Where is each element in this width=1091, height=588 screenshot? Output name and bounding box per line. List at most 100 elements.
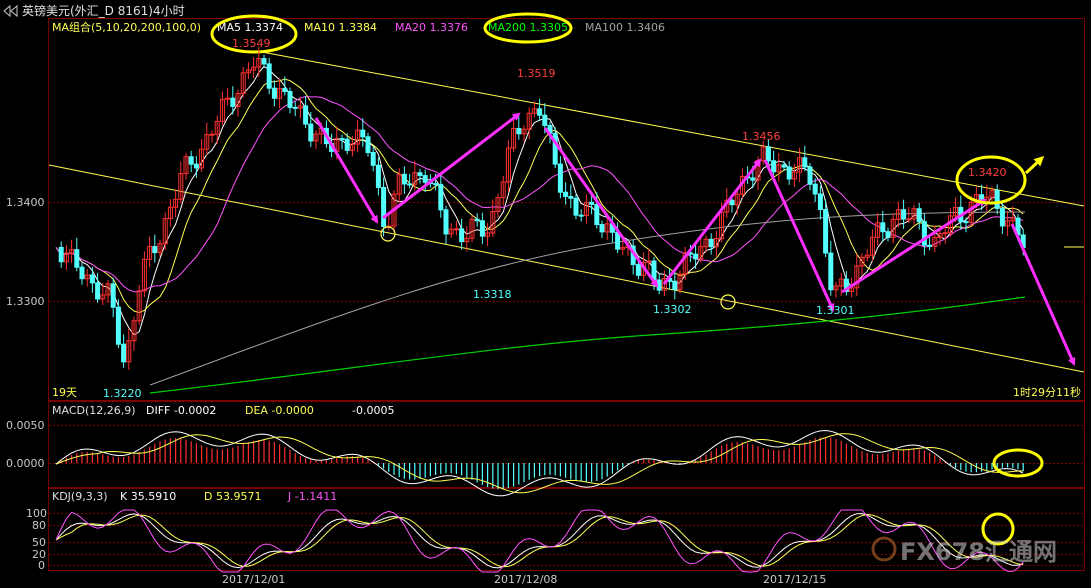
channel-upper-line <box>261 51 1085 207</box>
legend-ma20: MA20 1.3376 <box>395 21 468 34</box>
macd-value: -0.0005 <box>352 404 394 417</box>
x-tick-3: 2017/12/15 <box>763 573 826 586</box>
candle-body <box>266 63 272 89</box>
candle-body <box>635 264 641 276</box>
legend-ma100: MA100 1.3406 <box>585 21 665 34</box>
price-panel-right-note: 1时29分11秒 <box>1013 385 1081 399</box>
candle-body <box>417 172 423 177</box>
candle-body <box>568 195 574 199</box>
grid-lines <box>49 202 1084 566</box>
candle-body <box>360 129 366 138</box>
price-labels: 1.3549 1.3519 1.3456 1.3420 1.3220 1.331… <box>103 37 1007 400</box>
candle-body <box>292 106 298 109</box>
candle-body <box>303 105 309 125</box>
panel-frames <box>48 18 1085 571</box>
price-axis: 1.3400 1.3300 0.0050 0.0000 100 80 50 20… <box>6 196 47 572</box>
candle-body <box>885 231 891 238</box>
highlight-circle-latest-high <box>955 155 1027 205</box>
x-tick-2: 2017/12/08 <box>494 573 557 586</box>
macd-diff: DIFF -0.0002 <box>146 404 216 417</box>
candle-body <box>729 199 735 206</box>
yellow-breakout-arrow <box>1024 155 1045 175</box>
candle-body <box>407 183 413 186</box>
candle-body <box>422 175 428 183</box>
candle-body <box>365 136 371 153</box>
candle-body <box>516 127 522 135</box>
candle-body <box>901 209 907 220</box>
candle-body <box>443 209 449 235</box>
candle-body <box>781 164 787 168</box>
candle-body <box>433 183 439 186</box>
candle-body <box>672 280 678 290</box>
candle-body <box>438 183 444 211</box>
price-panel-left-note: 19天 <box>52 386 77 399</box>
candle-body <box>802 157 808 168</box>
candle-body <box>58 246 64 263</box>
y-tick-macd-005: 0.0050 <box>6 419 45 432</box>
candle-body <box>209 133 215 136</box>
candle-body <box>271 87 277 99</box>
price-label-low-1: 1.3220 <box>103 387 142 400</box>
candle-body <box>474 218 480 222</box>
candle-body <box>927 244 933 247</box>
kdj-j: J -1.1411 <box>287 490 337 503</box>
candle-body <box>542 114 548 126</box>
x-tick-1: 2017/12/01 <box>222 573 285 586</box>
price-label-high-3: 1.3456 <box>742 130 781 143</box>
title-bar: 英镑美元(外汇_D 8161)4小时 <box>3 3 185 18</box>
kdj-d: D 53.9571 <box>204 490 261 503</box>
candle-body <box>812 183 818 195</box>
candle-body <box>344 138 350 151</box>
wave-arrows <box>314 112 1076 366</box>
y-tick-macd-0: 0.0000 <box>6 457 45 470</box>
chart-root: 英镑美元(外汇_D 8161)4小时 MA组合(5,10,20,200,100,… <box>0 0 1091 588</box>
candle-body <box>152 246 158 254</box>
price-label-high-1: 1.3549 <box>232 37 271 50</box>
candle-body <box>750 177 756 181</box>
candle-body <box>563 191 569 197</box>
candle-body <box>193 163 199 169</box>
trend-channel <box>48 51 1085 373</box>
legend-ma10: MA10 1.3384 <box>304 21 377 34</box>
candle-body <box>370 151 376 166</box>
window-title: 英镑美元(外汇_D 8161)4小时 <box>22 3 185 18</box>
arrow-5 <box>763 159 835 312</box>
candle-body <box>95 282 101 300</box>
legend-ma200: MA200 1.3305 <box>488 21 568 34</box>
candle-body <box>459 228 465 243</box>
candle-body <box>963 221 969 224</box>
candle-body <box>188 156 194 165</box>
kdj-title: KDJ(9,3,3) <box>52 490 108 503</box>
watermark: FX678汇通网 <box>871 536 1057 566</box>
kdj-legend: KDJ(9,3,3) K 35.5910 D 53.9571 J -1.1411 <box>52 490 337 503</box>
macd-dea: DEA -0.0000 <box>245 404 314 417</box>
price-label-high-2: 1.3519 <box>517 67 556 80</box>
candle-body <box>880 222 886 233</box>
back-arrow-icon[interactable] <box>3 4 18 18</box>
candle-body <box>287 90 293 108</box>
candle-body <box>115 306 121 345</box>
candle-body <box>765 146 771 162</box>
candle-body <box>599 224 605 233</box>
watermark-text: FX678汇通网 <box>900 538 1057 566</box>
candle-body <box>906 218 912 221</box>
candle-body <box>375 164 381 189</box>
candle-body <box>453 228 459 231</box>
candle-body <box>999 207 1005 227</box>
candle-body <box>479 220 485 237</box>
candle-body <box>589 201 595 205</box>
candle-body <box>308 123 314 142</box>
macd-title: MACD(12,26,9) <box>52 404 136 417</box>
candle-body <box>771 160 777 173</box>
ma100-line <box>149 211 1026 386</box>
candle-body <box>823 208 829 254</box>
price-label-low-3: 1.3302 <box>653 303 692 316</box>
ma-legend: MA组合(5,10,20,200,100,0) MA5 1.3374 MA10 … <box>52 20 665 34</box>
candle-body <box>79 266 85 280</box>
candle-body <box>537 108 543 116</box>
candle-body <box>921 221 927 246</box>
candlestick-layer <box>58 46 1026 370</box>
y-tick-kdj-80: 80 <box>32 519 46 532</box>
x-axis: 2017/12/01 2017/12/08 2017/12/15 <box>222 573 826 586</box>
candle-body <box>121 343 127 363</box>
